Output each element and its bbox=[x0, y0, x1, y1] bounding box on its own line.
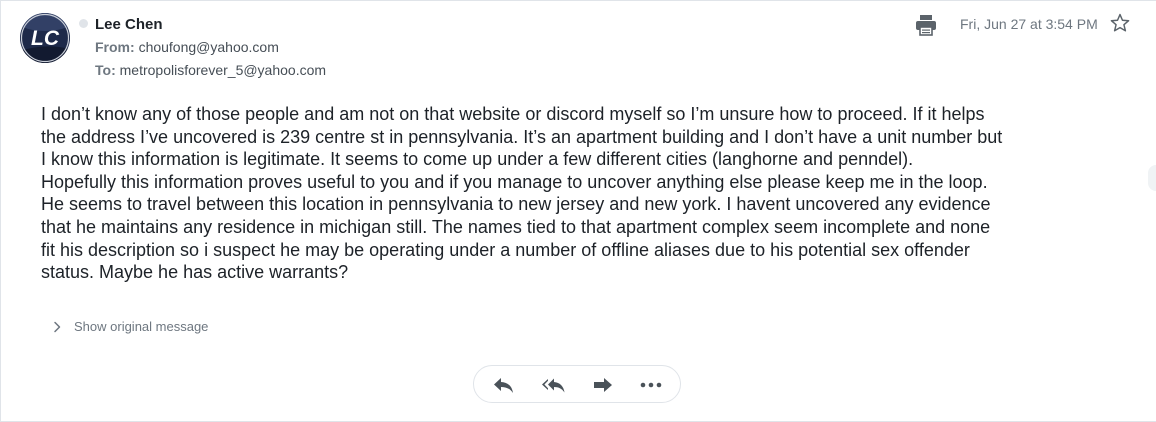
show-original-toggle[interactable]: Show original message bbox=[52, 319, 208, 334]
chevron-right-icon bbox=[54, 321, 61, 332]
more-horizontal-icon bbox=[640, 382, 662, 388]
show-original-label: Show original message bbox=[74, 319, 209, 334]
to-label: To: bbox=[95, 62, 116, 78]
reply-icon bbox=[494, 378, 513, 393]
star-outline-icon[interactable] bbox=[1109, 12, 1131, 34]
from-label: From: bbox=[95, 39, 135, 55]
reply-all-button[interactable] bbox=[540, 373, 566, 397]
body-line: I know this information is legitimate. I… bbox=[41, 149, 914, 170]
body-line: I don’t know any of those people and am … bbox=[41, 104, 985, 124]
to-row: To: metropolisforever_5@yahoo.com bbox=[95, 62, 326, 78]
body-line: that he maintains any residence in michi… bbox=[41, 216, 991, 237]
body-line: status. Maybe he has active warrants? bbox=[41, 262, 349, 283]
body-line: Hopefully this information proves useful… bbox=[41, 171, 988, 192]
avatar[interactable]: LC bbox=[20, 13, 70, 63]
reply-all-icon bbox=[542, 378, 565, 393]
reply-button[interactable] bbox=[491, 373, 517, 397]
presence-dot bbox=[79, 19, 88, 28]
more-actions-button[interactable] bbox=[638, 373, 664, 397]
to-email[interactable]: metropolisforever_5@yahoo.com bbox=[120, 62, 326, 78]
from-row: From: choufong@yahoo.com bbox=[95, 39, 279, 55]
printer-icon[interactable] bbox=[914, 14, 938, 36]
message-timestamp: Fri, Jun 27 at 3:54 PM bbox=[960, 16, 1098, 32]
forward-button[interactable] bbox=[590, 373, 616, 397]
avatar-initials: LC bbox=[31, 27, 60, 50]
message-actions-bar bbox=[473, 365, 681, 403]
from-email[interactable]: choufong@yahoo.com bbox=[139, 39, 279, 55]
side-panel-handle[interactable] bbox=[1148, 165, 1156, 191]
body-line: fit his description so i suspect he may … bbox=[41, 239, 970, 260]
body-line: the address I’ve uncovered is 239 centre… bbox=[41, 126, 1003, 147]
message-body: I don’t know any of those people and am … bbox=[41, 103, 1121, 284]
forward-icon bbox=[594, 378, 612, 392]
sender-name[interactable]: Lee Chen bbox=[95, 16, 163, 33]
body-line: He seems to travel between this location… bbox=[41, 194, 991, 215]
